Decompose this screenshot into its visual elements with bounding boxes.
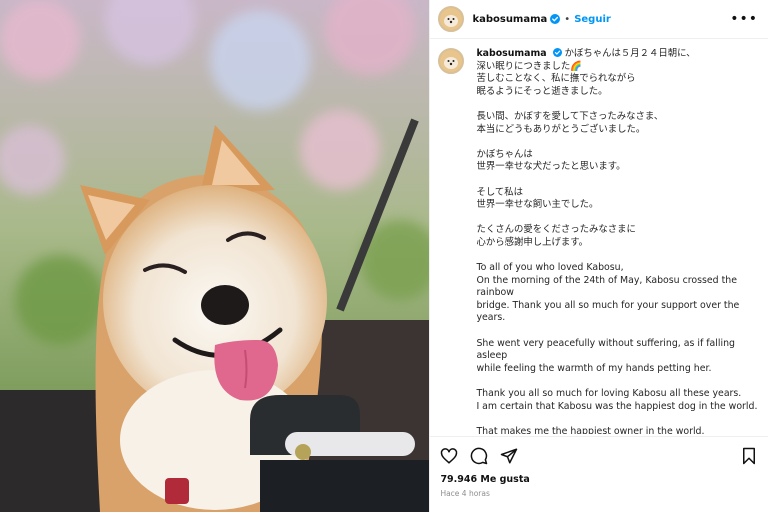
caption-line: たくさんの愛をくださったみなさまに xyxy=(476,224,636,236)
share-icon[interactable] xyxy=(500,447,518,465)
caption-line: 苦しむことなく、私に撫でられながら xyxy=(476,73,636,85)
caption-line: Thank you all so much for loving Kabosu … xyxy=(476,388,742,400)
caption-line: bridge. Thank you all so much for your s… xyxy=(476,299,743,324)
caption-line: 長い間、かぼすを愛して下さったみなさま、 xyxy=(476,110,664,122)
caption-line: 本当にどうもありがとうございました。 xyxy=(476,123,646,135)
post-timestamp[interactable]: Hace 4 horas xyxy=(440,489,489,498)
caption-line: On the morning of the 24th of May, Kabos… xyxy=(476,274,740,299)
shiba-avatar-icon xyxy=(440,50,463,72)
action-bar xyxy=(430,436,768,474)
comment-icon[interactable] xyxy=(470,447,488,465)
caption-line: そして私は xyxy=(476,186,524,198)
username[interactable]: kabosumama xyxy=(472,14,547,25)
post-header: kabosumama • Seguir ••• xyxy=(430,0,768,39)
caption-line: 世界一幸せな飼い主でした。 xyxy=(476,199,599,211)
caption-line: かぼちゃんは xyxy=(476,148,533,160)
caption-line: 深い眠りにつきました🌈 xyxy=(476,60,582,72)
post-caption: kabosumama かぼちゃんは５月２４日朝に、 深い眠りにつきました🌈 苦し… xyxy=(438,48,758,434)
post-sidebar: kabosumama • Seguir ••• kabosumama かぼちゃん… xyxy=(429,0,768,512)
avatar[interactable] xyxy=(438,6,465,32)
like-icon[interactable] xyxy=(440,447,458,465)
caption-line: かぼちゃんは５月２４日朝に、 xyxy=(564,48,696,59)
caption-line: To all of you who loved Kabosu, xyxy=(476,262,624,274)
bookmark-icon[interactable] xyxy=(740,447,758,465)
caption-avatar[interactable] xyxy=(438,48,465,74)
shiba-avatar-icon xyxy=(440,8,463,30)
more-options-icon[interactable]: ••• xyxy=(730,12,758,26)
caption-username[interactable]: kabosumama xyxy=(476,48,546,59)
verified-icon xyxy=(550,14,561,24)
caption-line: I am certain that Kabosu was the happies… xyxy=(476,400,758,412)
follow-button[interactable]: Seguir xyxy=(574,14,611,25)
likes-count[interactable]: 79.946 Me gusta xyxy=(440,474,529,485)
post-photo[interactable] xyxy=(0,0,430,512)
caption-line: She went very peacefully without sufferi… xyxy=(476,337,738,362)
shiba-dog-photo xyxy=(0,0,430,512)
caption-line: 眠るようにそっと逝きました。 xyxy=(476,85,608,97)
instagram-post: kabosumama • Seguir ••• kabosumama かぼちゃん… xyxy=(0,0,768,512)
separator-dot: • xyxy=(564,13,571,25)
caption-text: kabosumama かぼちゃんは５月２４日朝に、 深い眠りにつきました🌈 苦し… xyxy=(476,48,758,434)
caption-body: かぼちゃんは５月２４日朝に、 深い眠りにつきました🌈 苦しむことなく、私に撫でら… xyxy=(476,48,757,434)
verified-icon xyxy=(552,48,562,57)
caption-line: while feeling the warmth of my hands pet… xyxy=(476,362,712,374)
caption-line: That makes me the happiest owner in the … xyxy=(476,425,705,434)
caption-line: 世界一幸せな犬だったと思います。 xyxy=(476,161,626,173)
caption-line: 心から感謝申し上げます。 xyxy=(476,236,588,248)
